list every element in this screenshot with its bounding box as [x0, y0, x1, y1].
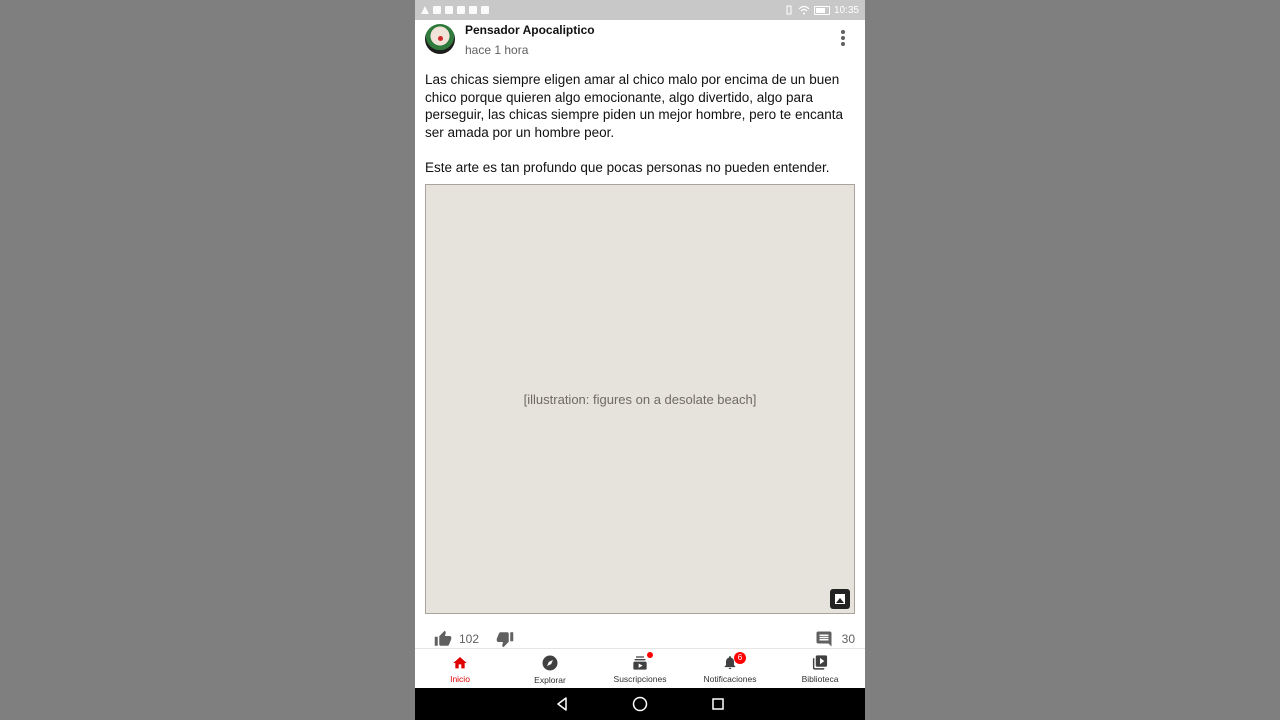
like-count: 102	[459, 632, 480, 646]
compass-icon	[542, 655, 558, 670]
image-placeholder: [illustration: figures on a desolate bea…	[523, 391, 757, 407]
notification-badge: 6	[734, 652, 746, 664]
warning-icon	[421, 6, 429, 14]
nav-label: Inicio	[450, 673, 470, 684]
thumbs-down-icon	[496, 632, 514, 648]
comment-icon	[816, 631, 832, 647]
nav-home[interactable]: Inicio	[415, 649, 505, 689]
nav-notifications[interactable]: 6 Notificaciones	[685, 649, 775, 689]
app-notification-icon-2	[481, 6, 489, 14]
home-circle-icon[interactable]	[632, 696, 648, 712]
back-icon[interactable]	[554, 696, 570, 712]
recents-icon[interactable]	[710, 696, 726, 712]
wifi-icon	[798, 5, 810, 15]
post-paragraph: Las chicas siempre eligen amar al chico …	[425, 72, 843, 140]
like-button[interactable]: 102	[433, 630, 479, 648]
vibrate-icon	[786, 5, 792, 15]
nav-label: Explorar	[534, 674, 566, 685]
post-time: hace 1 hora	[465, 43, 529, 57]
facebook-icon	[445, 6, 453, 14]
post-author[interactable]: Pensador Apocaliptico	[465, 23, 595, 37]
image-icon	[830, 589, 850, 609]
mail-icon	[457, 6, 465, 14]
cloud-icon	[469, 6, 477, 14]
battery-icon	[813, 5, 830, 15]
more-options-icon[interactable]	[841, 30, 845, 46]
system-navigation-bar	[415, 688, 865, 720]
nav-explore[interactable]: Explorar	[505, 649, 595, 689]
home-icon	[453, 656, 467, 668]
library-icon	[812, 655, 828, 670]
nav-library[interactable]: Biblioteca	[775, 649, 865, 689]
post-actions: 102 30	[425, 628, 855, 648]
comments-button[interactable]: 30	[814, 630, 855, 648]
post-body: Las chicas siempre eligen amar al chico …	[425, 71, 855, 176]
notification-icons	[421, 6, 489, 14]
post-image[interactable]: [illustration: figures on a desolate bea…	[425, 184, 855, 614]
bottom-nav: Inicio Explorar Suscripciones 6 Notifica…	[415, 648, 865, 689]
app-notification-icon	[433, 6, 441, 14]
post-header: Pensador Apocaliptico hace 1 hora	[425, 22, 855, 62]
subscriptions-icon	[633, 655, 647, 670]
thumbs-up-icon	[434, 630, 452, 646]
nav-subscriptions[interactable]: Suscripciones	[595, 649, 685, 689]
nav-label: Biblioteca	[801, 674, 839, 684]
post-paragraph: Este arte es tan profundo que pocas pers…	[425, 159, 830, 175]
phone-screen: 10:35 Pensador Apocaliptico hace 1 hora …	[415, 0, 865, 720]
new-content-dot	[646, 652, 653, 658]
status-bar: 10:35	[415, 0, 865, 20]
nav-label: Suscripciones	[613, 673, 667, 684]
avatar[interactable]	[425, 24, 455, 54]
status-time: 10:35	[833, 4, 859, 16]
comment-count: 30	[841, 632, 855, 646]
nav-label: Notificaciones	[703, 674, 757, 684]
system-status: 10:35	[784, 5, 859, 16]
